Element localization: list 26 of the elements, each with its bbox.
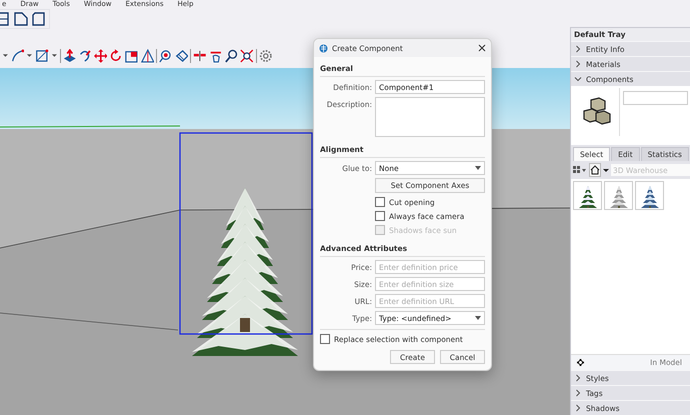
cubes-icon	[581, 97, 611, 127]
line-tool-icon[interactable]	[10, 49, 24, 63]
house-shape-icon[interactable]	[14, 12, 28, 26]
move-arrows-icon[interactable]	[94, 49, 108, 63]
checkbox[interactable]	[320, 334, 330, 344]
caret-icon	[475, 166, 481, 170]
component-icon	[319, 44, 328, 52]
eraser-icon[interactable]	[174, 49, 188, 63]
description-field[interactable]	[375, 97, 485, 137]
gear-icon[interactable]	[258, 49, 272, 63]
search-icon[interactable]	[224, 49, 238, 63]
panel-icon[interactable]	[0, 12, 10, 26]
checkbox[interactable]	[375, 211, 385, 221]
rotate-icon[interactable]	[109, 49, 123, 63]
crosshair-icon[interactable]	[576, 358, 585, 367]
push-pull-icon[interactable]	[62, 49, 76, 63]
caret-icon	[475, 316, 481, 320]
zoom-extents-icon[interactable]	[240, 49, 254, 63]
page-icon[interactable]	[32, 12, 46, 26]
chevron-down-icon	[574, 75, 582, 83]
home-icon[interactable]	[590, 165, 600, 175]
component-name-field[interactable]	[623, 91, 688, 105]
grid-view-icon[interactable]	[573, 165, 587, 175]
close-icon[interactable]	[478, 44, 486, 52]
checkbox[interactable]	[375, 197, 385, 207]
rectangle-tool-icon[interactable]	[35, 49, 49, 63]
